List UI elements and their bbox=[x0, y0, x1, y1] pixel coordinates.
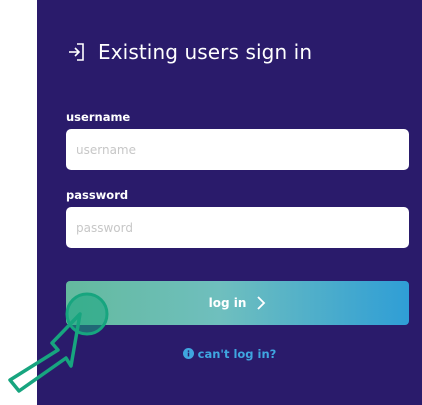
login-button-label: log in bbox=[208, 296, 247, 310]
cant-login-link[interactable]: can't log in? bbox=[0, 347, 422, 361]
password-input[interactable] bbox=[66, 207, 409, 248]
password-label: password bbox=[66, 188, 129, 202]
chevron-right-icon bbox=[257, 296, 266, 310]
signin-heading-text: Existing users sign in bbox=[98, 40, 313, 64]
username-input[interactable] bbox=[66, 129, 409, 170]
cant-login-label: can't log in? bbox=[197, 347, 277, 361]
login-arrow-icon bbox=[69, 43, 84, 61]
login-button[interactable]: log in bbox=[66, 281, 409, 325]
signin-heading: Existing users sign in bbox=[66, 40, 312, 64]
username-label: username bbox=[66, 110, 131, 124]
info-circle-icon bbox=[182, 348, 194, 359]
